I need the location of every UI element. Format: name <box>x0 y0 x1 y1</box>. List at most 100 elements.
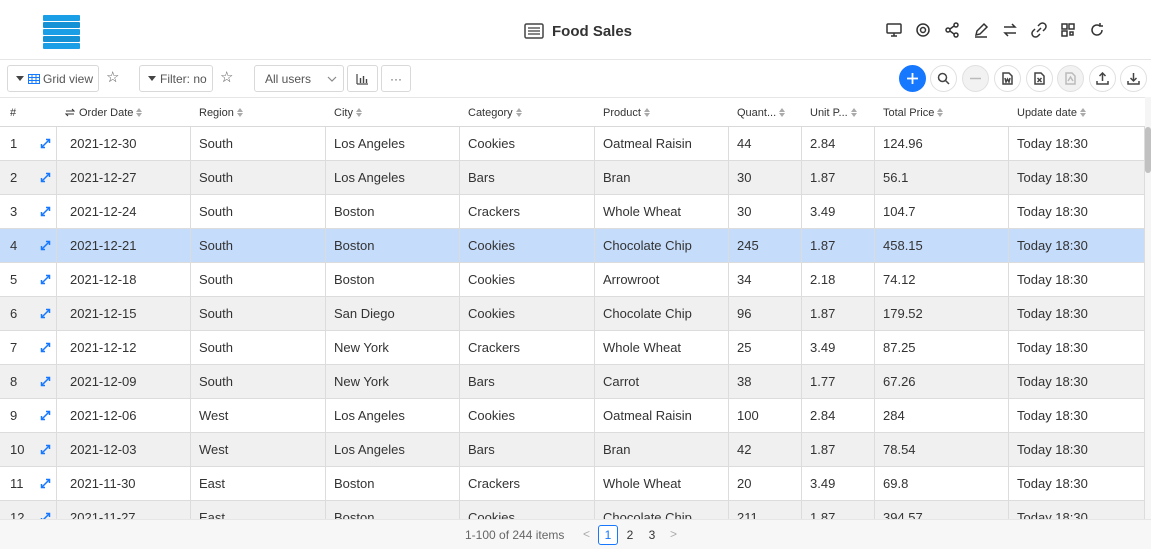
product-cell[interactable]: Carrot <box>595 365 729 398</box>
next-page-button[interactable]: > <box>670 527 677 541</box>
table-row[interactable]: 10 2021-12-03 West Los Angeles Bars Bran 42 1.8… <box>0 433 1145 467</box>
expand-row-icon[interactable] <box>35 365 57 398</box>
category-cell[interactable]: Crackers <box>460 331 595 364</box>
product-cell[interactable]: Oatmeal Raisin <box>595 399 729 432</box>
app-logo[interactable] <box>43 15 80 49</box>
quantity-cell[interactable]: 25 <box>729 331 802 364</box>
city-cell[interactable]: Boston <box>326 229 460 262</box>
header-city[interactable]: City <box>326 98 460 127</box>
table-row[interactable]: 2 2021-12-27 South Los Angeles Bars Bran 30 1.8… <box>0 161 1145 195</box>
order-date-cell[interactable]: 2021-12-06 <box>57 399 191 432</box>
grid-view-button[interactable]: Grid view <box>7 65 99 92</box>
expand-row-icon[interactable] <box>35 467 57 500</box>
update-date-cell[interactable]: Today 18:30 <box>1009 399 1145 432</box>
row-number[interactable]: 6 <box>0 297 35 330</box>
update-date-cell[interactable]: Today 18:30 <box>1009 127 1145 160</box>
expand-row-icon[interactable] <box>35 229 57 262</box>
category-cell[interactable]: Bars <box>460 161 595 194</box>
product-cell[interactable]: Bran <box>595 433 729 466</box>
category-cell[interactable]: Cookies <box>460 229 595 262</box>
unit-price-cell[interactable]: 1.87 <box>802 433 875 466</box>
add-record-button[interactable] <box>899 65 926 92</box>
total-price-cell[interactable]: 78.54 <box>875 433 1009 466</box>
update-date-cell[interactable]: Today 18:30 <box>1009 195 1145 228</box>
product-cell[interactable]: Arrowroot <box>595 263 729 296</box>
order-date-cell[interactable]: 2021-12-30 <box>57 127 191 160</box>
header-unit-price[interactable]: Unit P... <box>802 98 875 127</box>
order-date-cell[interactable]: 2021-11-30 <box>57 467 191 500</box>
row-number[interactable]: 1 <box>0 127 35 160</box>
product-cell[interactable]: Chocolate Chip <box>595 229 729 262</box>
order-date-cell[interactable]: 2021-12-27 <box>57 161 191 194</box>
total-price-cell[interactable]: 56.1 <box>875 161 1009 194</box>
page-1-button[interactable]: 1 <box>598 525 618 545</box>
product-cell[interactable]: Whole Wheat <box>595 331 729 364</box>
order-date-cell[interactable]: 2021-11-27 <box>57 501 191 519</box>
region-cell[interactable]: East <box>191 467 326 500</box>
city-cell[interactable]: Los Angeles <box>326 399 460 432</box>
quantity-cell[interactable]: 44 <box>729 127 802 160</box>
unit-price-cell[interactable]: 2.84 <box>802 399 875 432</box>
more-button[interactable]: ··· <box>381 65 411 92</box>
region-cell[interactable]: South <box>191 365 326 398</box>
monitor-icon[interactable] <box>883 18 904 42</box>
row-number[interactable]: 2 <box>0 161 35 194</box>
update-date-cell[interactable]: Today 18:30 <box>1009 263 1145 296</box>
row-number[interactable]: 12 <box>0 501 35 519</box>
table-row[interactable]: 11 2021-11-30 East Boston Crackers Whole Whea… <box>0 467 1145 501</box>
category-cell[interactable]: Cookies <box>460 297 595 330</box>
update-date-cell[interactable]: Today 18:30 <box>1009 297 1145 330</box>
city-cell[interactable]: Boston <box>326 195 460 228</box>
vertical-scrollbar[interactable] <box>1145 97 1151 519</box>
update-date-cell[interactable]: Today 18:30 <box>1009 467 1145 500</box>
unit-price-cell[interactable]: 1.87 <box>802 229 875 262</box>
unit-price-cell[interactable]: 1.77 <box>802 365 875 398</box>
expand-row-icon[interactable] <box>35 331 57 364</box>
row-number[interactable]: 10 <box>0 433 35 466</box>
refresh-icon[interactable] <box>1086 18 1107 42</box>
order-date-cell[interactable]: 2021-12-12 <box>57 331 191 364</box>
quantity-cell[interactable]: 245 <box>729 229 802 262</box>
total-price-cell[interactable]: 74.12 <box>875 263 1009 296</box>
scrollbar-thumb[interactable] <box>1145 127 1151 173</box>
region-cell[interactable]: South <box>191 127 326 160</box>
product-cell[interactable]: Bran <box>595 161 729 194</box>
unit-price-cell[interactable]: 3.49 <box>802 195 875 228</box>
update-date-cell[interactable]: Today 18:30 <box>1009 229 1145 262</box>
export-excel-button[interactable] <box>1026 65 1053 92</box>
quantity-cell[interactable]: 38 <box>729 365 802 398</box>
region-cell[interactable]: West <box>191 399 326 432</box>
search-button[interactable] <box>930 65 957 92</box>
total-price-cell[interactable]: 284 <box>875 399 1009 432</box>
sort-arrows-icon[interactable] <box>355 108 362 117</box>
category-cell[interactable]: Cookies <box>460 501 595 519</box>
product-cell[interactable]: Chocolate Chip <box>595 501 729 519</box>
share-icon[interactable] <box>941 18 962 42</box>
filter-button[interactable]: Filter: no <box>139 65 213 92</box>
quantity-cell[interactable]: 96 <box>729 297 802 330</box>
region-cell[interactable]: South <box>191 331 326 364</box>
upload-button[interactable] <box>1089 65 1116 92</box>
export-word-button[interactable] <box>994 65 1021 92</box>
page-2-button[interactable]: 2 <box>620 525 640 545</box>
unit-price-cell[interactable]: 2.84 <box>802 127 875 160</box>
expand-row-icon[interactable] <box>35 399 57 432</box>
row-number[interactable]: 9 <box>0 399 35 432</box>
sort-arrows-icon[interactable] <box>236 108 243 117</box>
region-cell[interactable]: West <box>191 433 326 466</box>
expand-row-icon[interactable] <box>35 161 57 194</box>
header-total-price[interactable]: Total Price <box>875 98 1009 127</box>
total-price-cell[interactable]: 87.25 <box>875 331 1009 364</box>
unit-price-cell[interactable]: 1.87 <box>802 161 875 194</box>
update-date-cell[interactable]: Today 18:30 <box>1009 365 1145 398</box>
category-cell[interactable]: Cookies <box>460 263 595 296</box>
city-cell[interactable]: Boston <box>326 467 460 500</box>
unit-price-cell[interactable]: 1.87 <box>802 501 875 519</box>
row-number[interactable]: 4 <box>0 229 35 262</box>
header-category[interactable]: Category <box>460 98 595 127</box>
chart-button[interactable] <box>347 65 378 92</box>
region-cell[interactable]: East <box>191 501 326 519</box>
total-price-cell[interactable]: 104.7 <box>875 195 1009 228</box>
export-pdf-button[interactable] <box>1057 65 1084 92</box>
total-price-cell[interactable]: 394.57 <box>875 501 1009 519</box>
